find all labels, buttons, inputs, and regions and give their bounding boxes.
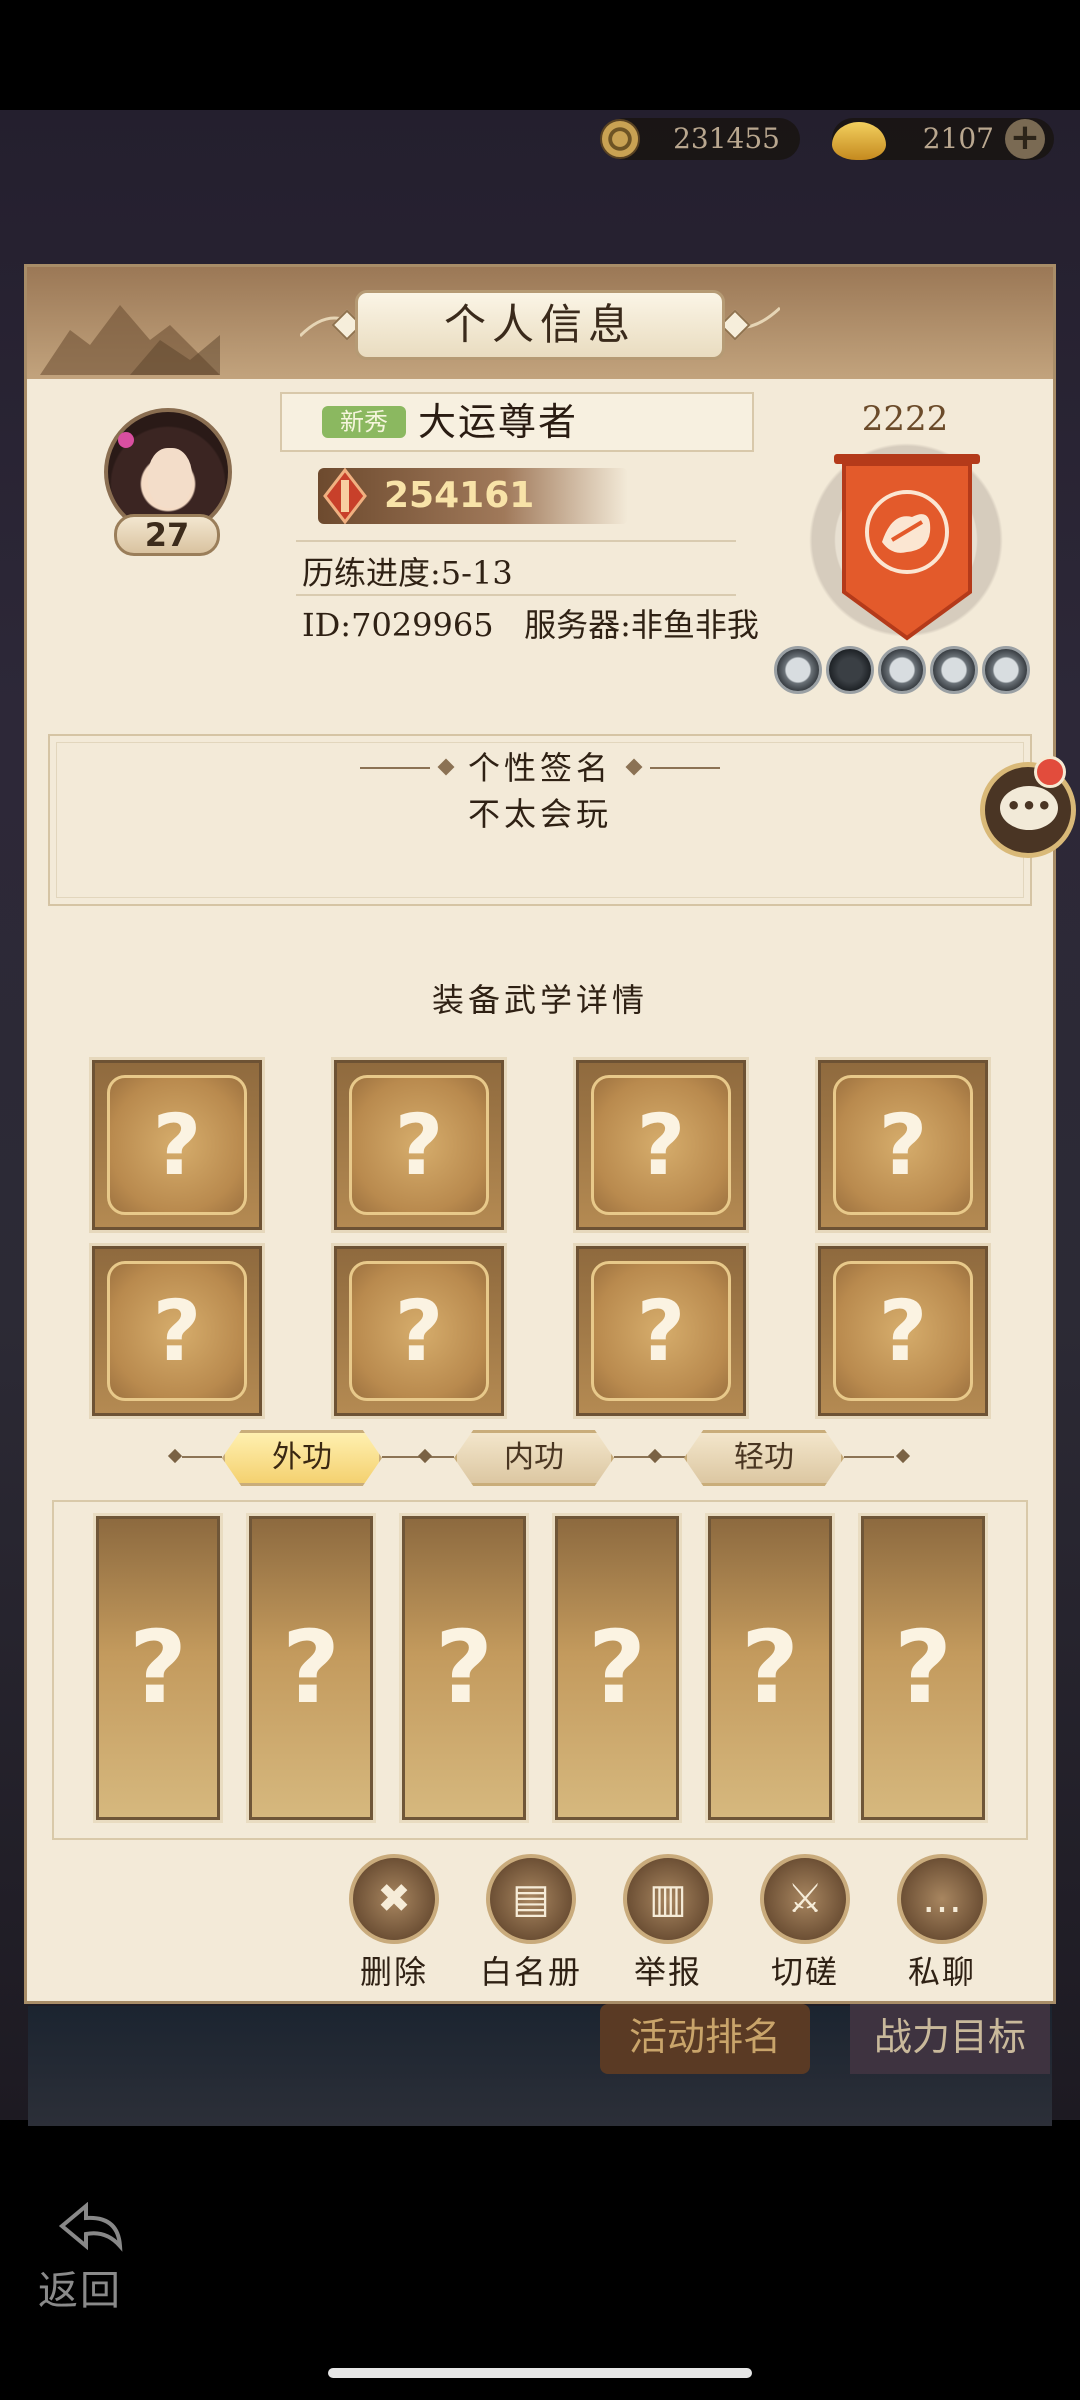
unknown-icon: ? [587, 1609, 646, 1726]
notification-badge [1034, 756, 1066, 788]
skill-card[interactable]: ? [249, 1516, 373, 1820]
level-badge: 27 [114, 514, 220, 556]
blacklist-book-icon[interactable]: ▥ [623, 1854, 713, 1944]
combat-power-icon [323, 468, 367, 524]
unknown-icon: ? [152, 1096, 202, 1194]
combat-power-value: 254161 [384, 475, 535, 516]
divider [296, 594, 736, 596]
skill-card[interactable]: ? [555, 1516, 679, 1820]
equipment-slot[interactable]: ? [334, 1060, 504, 1230]
tab-external-skill[interactable]: 外功 [222, 1430, 382, 1486]
equipment-slot[interactable]: ? [576, 1246, 746, 1416]
tiger-banner-icon[interactable] [832, 452, 982, 642]
skill-card[interactable]: ? [96, 1516, 220, 1820]
player-id-server: ID:7029965 服务器:非鱼非我 [302, 606, 759, 644]
medal-icon[interactable] [878, 646, 926, 694]
unknown-icon: ? [636, 1096, 686, 1194]
private-chat-button-label[interactable]: 私聊 [872, 1950, 1012, 1994]
skill-card[interactable]: ? [708, 1516, 832, 1820]
signature-text: 不太会玩 [467, 795, 612, 833]
bottom-area [0, 2120, 1080, 2400]
spar-icon[interactable]: ⚔ [760, 1854, 850, 1944]
equipment-slot[interactable]: ? [334, 1246, 504, 1416]
delete-button-label[interactable]: 删除 [324, 1950, 464, 1994]
whitelist-book-icon[interactable]: ▤ [486, 1854, 576, 1944]
event-ranking-button[interactable]: 活动排名 [600, 2004, 810, 2074]
tab-internal-skill[interactable]: 内功 [454, 1430, 614, 1486]
training-progress: 历练进度:5-13 [302, 554, 513, 592]
equipment-slot[interactable]: ? [818, 1060, 988, 1230]
coin-icon [600, 119, 640, 159]
medal-icon[interactable] [982, 646, 1030, 694]
unknown-icon: ? [394, 1282, 444, 1380]
equipment-title: 装备武学详情 [431, 981, 648, 1019]
ingot-value: 2107 [922, 122, 994, 155]
divider [296, 540, 736, 542]
add-ingot-button[interactable]: + [1005, 119, 1045, 159]
divider [182, 1456, 222, 1458]
back-arrow-icon[interactable] [56, 2202, 126, 2262]
unknown-icon: ? [152, 1282, 202, 1380]
home-indicator[interactable] [328, 2368, 752, 2378]
unknown-icon: ? [740, 1609, 799, 1726]
skill-card[interactable]: ? [402, 1516, 526, 1820]
unknown-icon: ? [394, 1096, 444, 1194]
hair-flower-icon [118, 432, 134, 448]
delete-friend-icon[interactable]: ✖ [349, 1854, 439, 1944]
player-name: 大运尊者 [418, 400, 579, 444]
spar-button-label[interactable]: 切磋 [735, 1950, 875, 1994]
avatar-face [148, 448, 192, 508]
unknown-icon: ? [893, 1609, 952, 1726]
whitelist-button-label[interactable]: 白名册 [461, 1950, 601, 1994]
gold-ingot-icon [832, 122, 886, 160]
newbie-tag: 新秀 [322, 406, 406, 438]
unknown-icon: ? [434, 1609, 493, 1726]
power-goal-button[interactable]: 战力目标 [850, 2004, 1050, 2074]
back-button[interactable]: 返回 [38, 2258, 122, 2316]
unknown-icon: ? [281, 1609, 340, 1726]
medal-icon[interactable] [930, 646, 978, 694]
equipment-slot[interactable]: ? [818, 1246, 988, 1416]
equipment-slot[interactable]: ? [92, 1246, 262, 1416]
equipment-slot[interactable]: ? [92, 1060, 262, 1230]
mountain-decoration-icon [40, 305, 220, 375]
chat-icon[interactable]: … [897, 1854, 987, 1944]
unknown-icon: ? [878, 1096, 928, 1194]
unknown-icon: ? [636, 1282, 686, 1380]
ellipsis-icon: ••• [1005, 792, 1053, 820]
tab-lightness-skill[interactable]: 轻功 [684, 1430, 844, 1486]
guild-score: 2222 [861, 399, 949, 439]
divider [844, 1456, 894, 1458]
equipment-slot[interactable]: ? [576, 1060, 746, 1230]
medal-icon[interactable] [774, 646, 822, 694]
panel-title: 个人信息 [355, 290, 725, 360]
coin-value: 231455 [673, 122, 780, 155]
unknown-icon: ? [878, 1282, 928, 1380]
medal-icon[interactable] [826, 646, 874, 694]
report-button-label[interactable]: 举报 [598, 1950, 738, 1994]
skill-card[interactable]: ? [861, 1516, 985, 1820]
signature-title: 个性签名 [467, 749, 612, 787]
unknown-icon: ? [128, 1609, 187, 1726]
status-bar-area [0, 0, 1080, 110]
